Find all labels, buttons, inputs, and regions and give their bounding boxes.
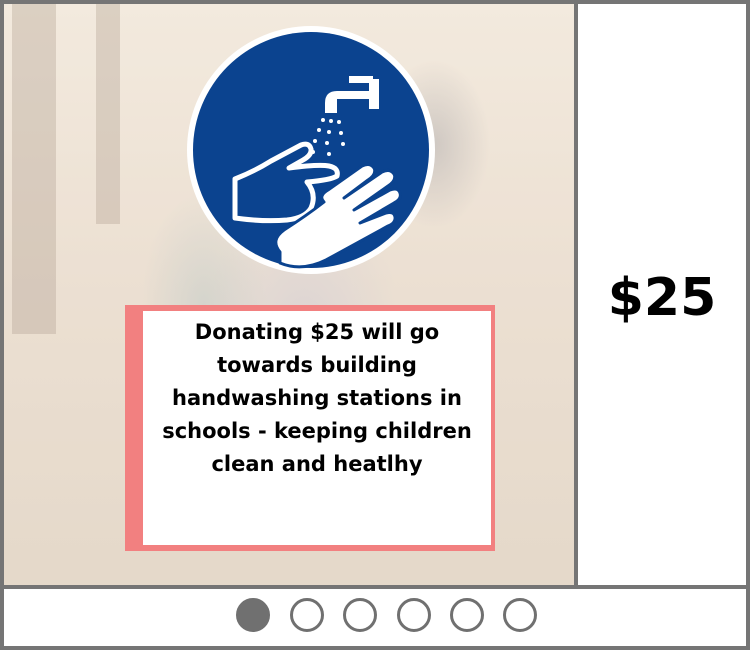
description-text: Donating $25 will go towards building ha… — [162, 319, 472, 476]
pagination-dot-6[interactable] — [503, 598, 537, 632]
pagination-dot-5[interactable] — [450, 598, 484, 632]
description-card: Donating $25 will go towards building ha… — [125, 305, 495, 551]
handwashing-sign-icon — [187, 26, 435, 274]
slide-image: Donating $25 will go towards building ha… — [4, 4, 574, 585]
pagination-dot-2[interactable] — [290, 598, 324, 632]
amount-panel: $25 — [578, 4, 746, 585]
pagination-dot-3[interactable] — [343, 598, 377, 632]
donation-amount: $25 — [607, 267, 717, 328]
description-card-inner: Donating $25 will go towards building ha… — [143, 311, 491, 545]
pagination-dot-4[interactable] — [397, 598, 431, 632]
pagination-dot-1[interactable] — [236, 598, 270, 632]
carousel-pagination — [4, 589, 746, 646]
